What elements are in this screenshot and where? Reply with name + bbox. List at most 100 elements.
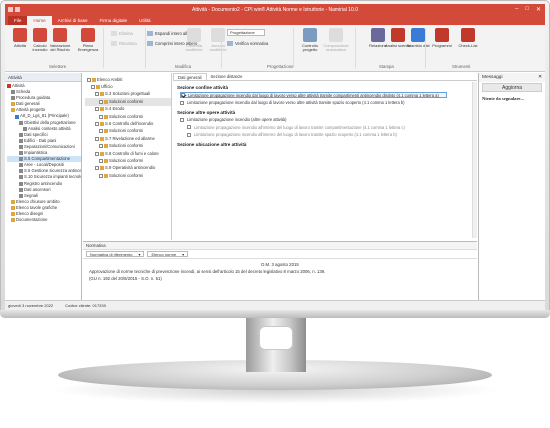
piano-emergenza-icon (81, 28, 95, 42)
checkbox[interactable] (95, 166, 99, 171)
elimina-button[interactable]: Elimina (111, 31, 133, 36)
controlla-modifiche-button[interactable]: Controlla modifiche (181, 28, 207, 53)
normativa-pane: Normativa Normativa di riferimento ▾ Elen… (83, 241, 477, 300)
checkbox[interactable] (99, 129, 103, 134)
ambito-item[interactable]: Soluzioni conformi (85, 143, 171, 150)
ambito-item[interactable]: Soluzioni conformi (85, 113, 171, 120)
aggiorna-button[interactable]: Aggiorna (482, 83, 542, 92)
tab-firma-digitale[interactable]: Firma digitale (94, 16, 134, 25)
programmi-button[interactable]: Programmi (429, 28, 455, 48)
normativa-title: Normativa (83, 242, 477, 250)
ambito-item[interactable]: Elenco Ambiti (85, 76, 171, 83)
ambito-label: Soluzioni conformi (109, 128, 144, 134)
document-line: Approvazione di norme tecniche di preven… (89, 269, 326, 274)
rinomina-button[interactable]: Rinomina (111, 41, 137, 46)
section-title: Sezione confine attività (177, 85, 229, 90)
folder-icon (19, 181, 23, 186)
folder-icon (104, 114, 108, 119)
detail-pane: Dati generali Sezione distanze Sezione co… (173, 73, 477, 240)
close-icon[interactable]: ✕ (536, 6, 541, 13)
checkbox[interactable] (95, 122, 99, 127)
ambito-item[interactable]: S.9 Operatività antincendio (85, 165, 171, 172)
elenco-norme-select[interactable]: Elenco norme ▾ (147, 251, 189, 257)
vertical-scrollbar[interactable] (472, 82, 477, 238)
close-icon[interactable]: ✕ (538, 73, 542, 82)
tab-archivi-di-base[interactable]: Archivi di base (52, 16, 94, 25)
progettazione-dropdown[interactable]: Progettazione (227, 29, 265, 36)
ambito-item[interactable]: S.4 Esodo (85, 106, 171, 113)
checkbox[interactable] (91, 85, 95, 90)
folder-icon (19, 169, 23, 174)
annulla-modifiche-button[interactable]: Annulla modifiche (205, 28, 231, 53)
message-text: Niente da segnalare... (482, 96, 524, 101)
folder-icon (19, 193, 23, 198)
folder-icon (23, 126, 27, 131)
valutazione-del-rischio-button[interactable]: Valutazione del Rischio (47, 28, 73, 53)
tab-file[interactable]: File (8, 16, 28, 25)
folder-icon (104, 144, 108, 149)
section-title: Sezione altre opere attività (177, 109, 236, 115)
folder-icon (100, 92, 104, 97)
ambito-item[interactable]: S.7 Rivelazione ed allarme (85, 135, 171, 142)
checkbox-row[interactable]: Limitazione propagazione incendio dal lu… (180, 100, 477, 106)
tree-item[interactable]: Documentazione (7, 217, 81, 223)
document-line: (GU n. 192 del 20/8/2015 - S.O. n. 51) (89, 276, 162, 281)
ambito-item[interactable]: S.8 Controllo di fumi e calore (85, 150, 171, 157)
folder-icon (100, 122, 104, 127)
ambito-item[interactable]: Ufficio (85, 83, 171, 90)
folder-icon (11, 218, 15, 223)
checkbox[interactable] (180, 100, 184, 105)
group-stampa: Stampa (379, 64, 394, 69)
checkbox-row[interactable]: Limitazione propagazione incendio all'in… (187, 132, 477, 138)
checkbox[interactable] (87, 77, 91, 82)
checkbox[interactable] (99, 173, 103, 178)
tab-utilit-[interactable]: Utilità (133, 16, 157, 25)
normativa-riferimento-select[interactable]: Normativa di riferimento ▾ (86, 251, 145, 257)
ambito-label: Elenco Ambiti (97, 76, 123, 82)
checkbox[interactable] (95, 151, 99, 156)
checkbox-row[interactable]: Limitazione propagazione incendio all'in… (187, 124, 477, 130)
button-label: Annulla modifiche (209, 43, 227, 53)
ribbon-separator (103, 28, 104, 68)
folder-icon (104, 129, 108, 134)
verifica-normativa-button[interactable]: Verifica normativa (227, 41, 268, 46)
ambito-item[interactable]: S.3 Soluzioni progettuali (85, 91, 171, 98)
checkbox[interactable] (187, 132, 191, 137)
button-label: Composizione automatica (323, 43, 349, 53)
ambito-item[interactable]: Soluzioni conformi (85, 98, 171, 106)
checkbox-row[interactable]: Limitazione propagazione incendio dal lu… (180, 92, 447, 98)
maximize-icon[interactable]: □ (525, 6, 529, 13)
composizione-automatica-button[interactable]: Composizione automatica (323, 28, 349, 53)
detail-tab[interactable]: Sezione distanze (207, 73, 247, 80)
ambito-item[interactable]: Soluzioni conformi (85, 157, 171, 164)
checkbox[interactable] (95, 136, 99, 141)
checkbox[interactable] (187, 125, 191, 129)
ambito-label: S.4 Esodo (105, 106, 125, 112)
ambito-item[interactable]: S.6 Controllo dell'incendio (85, 120, 171, 127)
button-label: Scambio dati (406, 43, 430, 48)
section-title: Sezione ubicazione altre attività (177, 141, 247, 147)
ambiti-tree-pane: Elenco Ambiti Ufficio S.3 Soluzioni proget… (83, 73, 172, 240)
folder-icon (11, 205, 15, 210)
checkbox[interactable] (95, 92, 99, 97)
checkbox[interactable] (180, 117, 184, 122)
checkbox[interactable] (99, 158, 103, 163)
piano-emergenza-button[interactable]: Piano Emergenza (75, 28, 101, 53)
checkbox[interactable] (99, 99, 103, 104)
ambito-item[interactable]: Soluzioni conformi (85, 172, 171, 179)
tab-home[interactable]: Home (27, 16, 52, 25)
ambito-item[interactable]: Soluzioni conformi (85, 128, 171, 135)
scambio-dati-button[interactable]: Scambio dati (405, 28, 431, 48)
check-list-button[interactable]: Check-List (455, 28, 481, 48)
messages-header: Messaggi ✕ (479, 73, 545, 82)
controllo-progetto-button[interactable]: Controllo progetto (297, 28, 323, 53)
checkbox[interactable] (181, 93, 185, 97)
folder-icon (92, 77, 96, 82)
checkbox[interactable] (99, 144, 103, 149)
window-title: Attività - Documento2 - CPI win® Attivit… (192, 6, 358, 13)
checkbox[interactable] (99, 114, 103, 119)
checkbox-row[interactable]: Limitazione propagazione incendio (altre… (180, 117, 477, 123)
minimize-icon[interactable]: – (515, 6, 518, 13)
detail-tab[interactable]: Dati generali (173, 73, 207, 80)
checkbox[interactable] (95, 107, 99, 112)
